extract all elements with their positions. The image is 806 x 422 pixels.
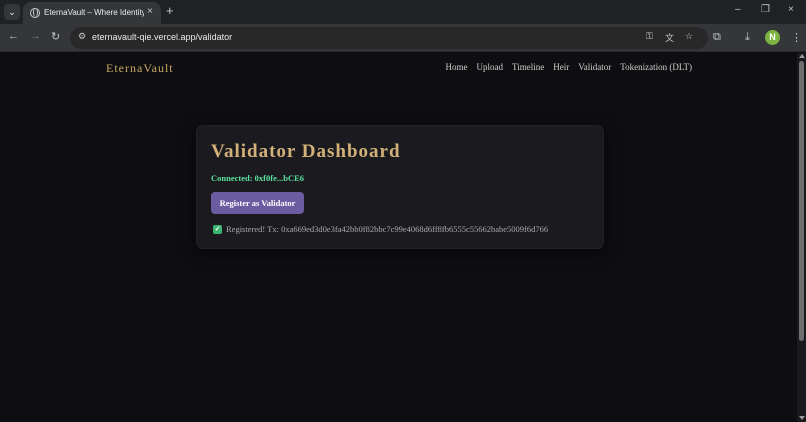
globe-icon: [30, 8, 40, 18]
tab-title: EternaVault – Where Identity M: [44, 8, 144, 17]
page-title: Validator Dashboard: [211, 141, 401, 162]
status-message: Registered! Tx: 0xa669ed3d0e3fa42bb0f82b…: [226, 224, 549, 234]
nav-home[interactable]: Home: [446, 62, 468, 72]
close-window-icon[interactable]: ×: [788, 4, 794, 15]
connected-wallet-status: Connected: 0xf0fe...bCE6: [211, 173, 305, 183]
check-icon: ✓: [213, 224, 222, 234]
bookmark-star-icon[interactable]: ☆: [685, 31, 693, 42]
site-brand-logo[interactable]: EternaVault: [106, 61, 174, 76]
nav-validator[interactable]: Validator: [578, 62, 611, 72]
address-bar[interactable]: ⚙ eternavault-qie.vercel.app/validator ⚿…: [70, 27, 708, 49]
password-key-icon[interactable]: ⚿: [646, 31, 653, 42]
validator-dashboard-card: Validator Dashboard Connected: 0xf0fe...…: [196, 125, 604, 249]
new-tab-plus-icon[interactable]: +: [166, 3, 174, 18]
tab-close-icon[interactable]: ×: [147, 6, 153, 17]
scroll-up-arrow-icon[interactable]: [799, 54, 805, 58]
url-text[interactable]: eternavault-qie.vercel.app/validator: [92, 32, 232, 42]
back-arrow-icon[interactable]: ←: [8, 30, 19, 42]
download-icon[interactable]: ⤓: [745, 31, 750, 44]
site-info-icon[interactable]: ⚙: [78, 31, 86, 42]
nav-tokenization[interactable]: Tokenization (DLT): [620, 62, 692, 72]
restore-icon[interactable]: ❐: [761, 4, 770, 15]
register-validator-button[interactable]: Register as Validator: [211, 192, 304, 214]
scrollbar-thumb[interactable]: [799, 61, 804, 341]
tab-eternavault[interactable]: EternaVault – Where Identity M ×: [23, 2, 161, 24]
tab-search-chevron-down-icon[interactable]: ⌄: [4, 4, 20, 20]
extensions-puzzle-icon[interactable]: ⧉: [713, 31, 721, 44]
translate-icon[interactable]: 文: [665, 31, 674, 44]
tab-strip: ⌄ EternaVault – Where Identity M × + – ❐…: [0, 0, 806, 24]
nav-timeline[interactable]: Timeline: [512, 62, 544, 72]
reload-icon[interactable]: ↻: [51, 30, 60, 43]
registration-status: ✓ Registered! Tx: 0xa669ed3d0e3fa42bb0f8…: [213, 224, 548, 234]
menu-kebab-icon[interactable]: ⋮: [791, 31, 802, 44]
forward-arrow-icon[interactable]: →: [30, 30, 41, 42]
nav-upload[interactable]: Upload: [477, 62, 504, 72]
minimize-icon[interactable]: –: [735, 4, 741, 15]
profile-avatar[interactable]: N: [765, 30, 780, 45]
nav-heir[interactable]: Heir: [553, 62, 569, 72]
browser-toolbar: ← → ↻ ⚙ eternavault-qie.vercel.app/valid…: [0, 24, 806, 52]
site-nav: Home Upload Timeline Heir Validator Toke…: [446, 62, 692, 72]
scroll-down-arrow-icon[interactable]: [799, 416, 805, 420]
